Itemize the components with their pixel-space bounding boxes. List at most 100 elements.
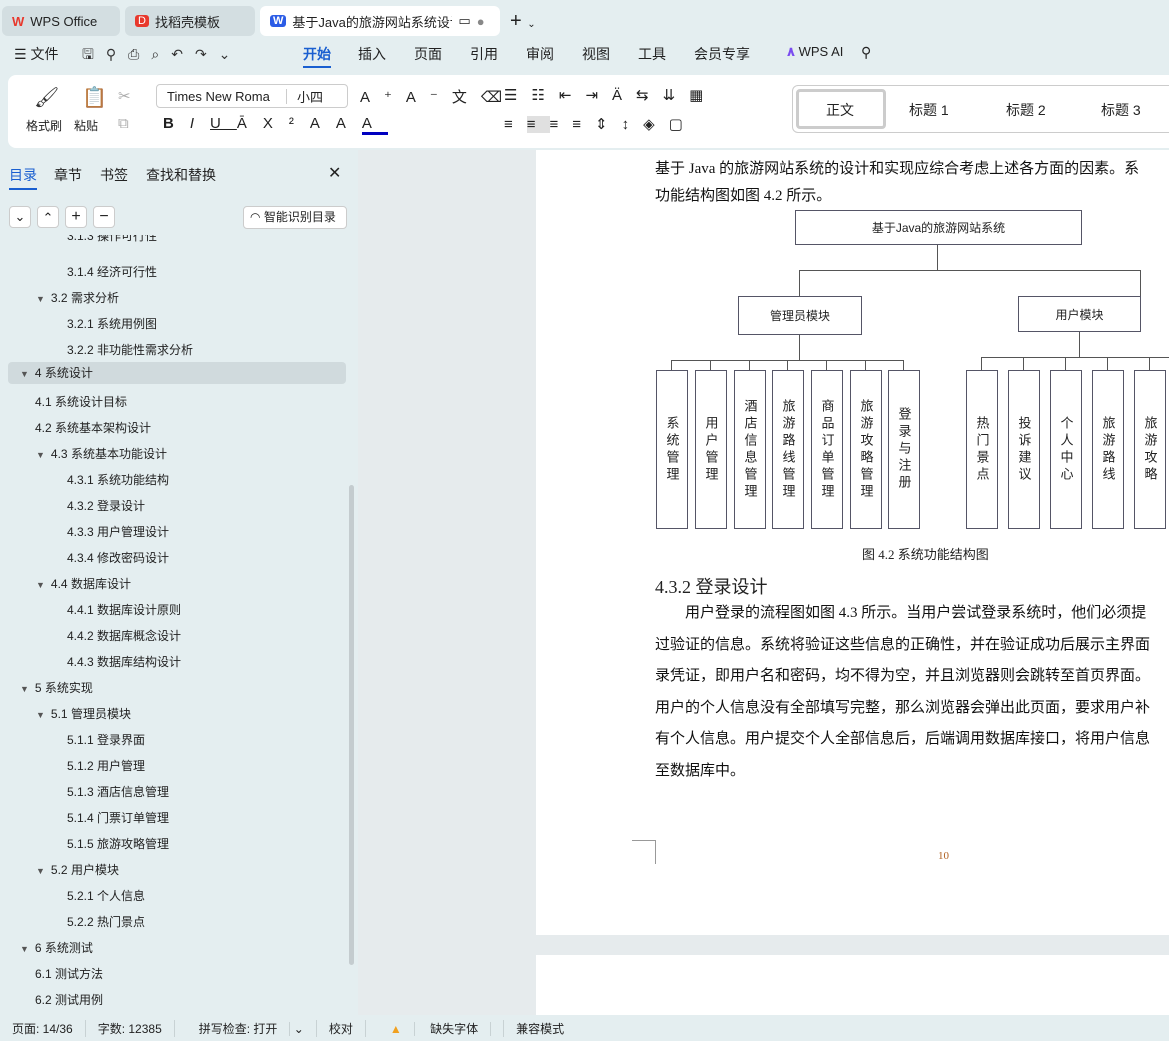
paste-icon[interactable]: 📋 [82,85,107,110]
toc-item[interactable]: 5.2.2 热门景点 [67,913,145,930]
toc-item[interactable]: 5.1.4 门票订单管理 [67,809,169,826]
toc-item[interactable]: 4.4.1 数据库设计原则 [67,601,181,618]
toc-item[interactable]: ▼ 5.1 管理员模块 [36,705,131,722]
style-heading-3[interactable]: 标题 3 [1101,100,1141,120]
toc-item[interactable]: 4.1 系统设计目标 [35,393,127,410]
expand-arrow-icon[interactable]: ▼ [36,580,45,590]
menu-view[interactable]: 视图 [582,44,610,64]
toc-item[interactable]: 6.2 测试用例 [35,991,103,1008]
collapse-up-button[interactable]: ⌃ [37,206,59,228]
tab-template[interactable]: D 找稻壳模板 [125,6,255,36]
toc-item[interactable]: 3.1.3 操作可行性 [67,235,157,244]
menu-home[interactable]: 开始 [303,44,331,68]
font-tools[interactable]: A⁺A⁻文⌫ [360,86,516,107]
align-tools[interactable]: ≡≡≡≡⇕↕◈▢ [504,115,697,133]
sidebar-scrollbar[interactable] [349,485,354,965]
toc-item[interactable]: 5.1.1 登录界面 [67,731,145,748]
menu-member[interactable]: 会员专享 [694,44,750,64]
root-node: 基于Java的旅游网站系统 [795,210,1082,245]
style-body[interactable]: 正文 [826,100,854,120]
font-name[interactable]: Times New Roma [157,88,287,104]
toc-item[interactable]: 3.2.2 非功能性需求分析 [67,341,193,358]
toc-item[interactable]: 6.1 测试方法 [35,965,103,982]
menu-page[interactable]: 页面 [414,44,442,64]
toc-item[interactable]: 3.1.4 经济可行性 [67,263,157,280]
menu-tools[interactable]: 工具 [638,44,666,64]
toc-item[interactable]: 3.2.1 系统用例图 [67,315,157,332]
expand-arrow-icon[interactable]: ▼ [20,369,29,379]
close-icon[interactable]: ✕ [328,163,341,183]
expand-arrow-icon[interactable]: ▼ [20,944,29,954]
font-size[interactable]: 小四 [287,87,323,106]
copy-icon[interactable]: ⧉ [118,115,129,132]
expand-arrow-icon[interactable]: ▼ [36,866,45,876]
toc-item[interactable]: 4.4.2 数据库概念设计 [67,627,181,644]
page-indicator[interactable]: 页面: 14/36 [0,1019,86,1037]
docer-logo-icon: D [135,15,149,27]
toc-item[interactable]: ▼ 4.3 系统基本功能设计 [36,445,167,462]
tab-find-replace[interactable]: 查找和替换 [146,165,216,185]
quick-access-toolbar[interactable]: 🖫⚲⎙⌕↶↷⌄ [82,44,242,68]
expand-arrow-icon[interactable]: ▼ [36,710,45,720]
wps-logo-icon: W [12,13,25,29]
section-heading: 4.3.2 登录设计 [655,577,768,597]
format-painter-button[interactable]: 格式刷 [26,117,62,134]
toc-item[interactable]: 4.4.3 数据库结构设计 [67,653,181,670]
paragraph-line: 录凭证，即用户名和密码，均不得为空，并且浏览器则会跳转至首页界面。 [655,668,1151,684]
toc-item[interactable]: 4.3.2 登录设计 [67,497,145,514]
text-format-tools[interactable]: BIUĀX²AAA [163,115,388,135]
file-menu[interactable]: ☰ 文件 [14,44,58,64]
proofread-button[interactable]: 校对 [317,1019,366,1037]
toc-item[interactable]: 5.1.2 用户管理 [67,757,145,774]
toc-item[interactable]: ▼ 6 系统测试 [20,939,93,956]
style-gallery[interactable]: 正文 标题 1 标题 2 标题 3 [792,85,1169,133]
expand-arrow-icon[interactable]: ▼ [20,684,29,694]
toc-item[interactable]: 5.1.5 旅游攻略管理 [67,835,169,852]
toc-item[interactable]: 4.2 系统基本架构设计 [35,419,151,436]
expand-down-button[interactable]: ⌄ [9,206,31,228]
tab-bookmarks[interactable]: 书签 [100,165,128,185]
toc-item[interactable]: 5.2.1 个人信息 [67,887,145,904]
font-selector[interactable]: Times New Roma 小四 [156,84,348,108]
toc-list: 3.1.3 操作可行性 3.1.4 经济可行性 ▼ 3.2 需求分析 3.2.1 系统用… [0,235,350,1015]
tab-toc[interactable]: 目录 [9,165,37,190]
new-tab-button[interactable]: + ⌄ [510,10,536,33]
menu-insert[interactable]: 插入 [358,44,386,64]
paste-button[interactable]: 粘贴 [74,117,98,134]
user-leaf-node: 热门景点 [966,370,998,529]
toc-item[interactable]: ▼ 4 系统设计 [8,362,346,384]
expand-arrow-icon[interactable]: ▼ [36,294,45,304]
toc-item[interactable]: ▼ 5 系统实现 [20,679,93,696]
wps-ai-button[interactable]: ٨ WPS AI [787,44,843,60]
spell-check-toggle[interactable]: 拼写检查: 打开 ⌄ [175,1019,317,1037]
page [536,150,1169,935]
paragraph-line: 至数据库中。 [655,762,746,779]
style-heading-1[interactable]: 标题 1 [909,100,949,120]
tab-wps-office[interactable]: W WPS Office [2,6,120,36]
tab-document[interactable]: W基于Java的旅游网站系统设计与▭● [260,6,500,36]
wps-ai-icon: ٨ [787,44,795,59]
expand-arrow-icon[interactable]: ▼ [36,450,45,460]
add-level-button[interactable]: + [65,206,87,228]
menu-reference[interactable]: 引用 [470,44,498,64]
smart-toc-button[interactable]: ◠ 智能识别目录 [243,206,347,229]
toc-item[interactable]: 4.3.4 修改密码设计 [67,549,169,566]
style-heading-2[interactable]: 标题 2 [1006,100,1046,120]
toc-item[interactable]: ▼ 3.2 需求分析 [36,289,119,306]
warning-icon: ▲ [377,1021,415,1036]
toc-item[interactable]: 5.1.3 酒店信息管理 [67,783,169,800]
toc-item[interactable]: ▼ 5.2 用户模块 [36,861,119,878]
cut-icon[interactable]: ✂ [118,87,131,105]
search-icon[interactable]: ⚲ [861,44,871,61]
toc-item[interactable]: 4.3.3 用户管理设计 [67,523,169,540]
missing-font-button[interactable]: ▲ 缺失字体 [366,1019,505,1037]
menu-review[interactable]: 审阅 [526,44,554,64]
tab-chapters[interactable]: 章节 [54,165,82,185]
toc-item[interactable]: 4.3.1 系统功能结构 [67,471,169,488]
paragraph-tools[interactable]: ☰☷⇤⇥Ä⇆⇊▦ [504,86,717,104]
admin-leaf-node: 用户管理 [695,370,727,529]
remove-level-button[interactable]: − [93,206,115,228]
word-count[interactable]: 字数: 12385 [86,1019,175,1037]
format-painter-icon[interactable]: 🖌 [34,85,59,110]
toc-item[interactable]: ▼ 4.4 数据库设计 [36,575,131,592]
